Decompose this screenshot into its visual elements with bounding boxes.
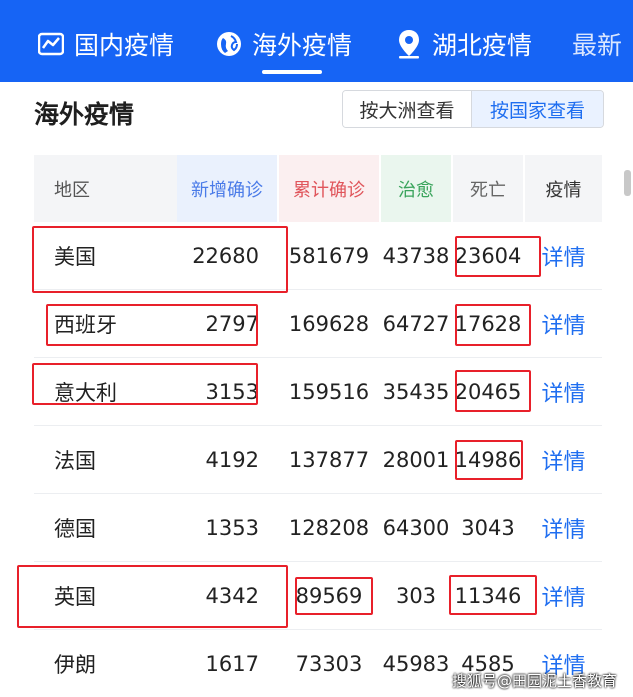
tab-domestic[interactable]: 国内疫情 xyxy=(36,22,174,66)
total-confirmed-value: 73303 xyxy=(295,652,363,676)
scrollbar-thumb[interactable] xyxy=(624,170,631,196)
detail-link[interactable]: 详情 xyxy=(525,562,602,630)
cured-value: 45983 xyxy=(382,652,450,676)
header-detail: 疫情 xyxy=(525,155,602,222)
total-confirmed-value: 581679 xyxy=(288,244,370,268)
by-continent-button[interactable]: 按大洲查看 xyxy=(343,91,473,127)
new-confirmed-value: 2797 xyxy=(205,312,259,336)
table-row: 意大利 3153 159516 35435 20465 详情 xyxy=(34,358,602,426)
table-row: 西班牙 2797 169628 64727 17628 详情 xyxy=(34,290,602,358)
tab-overseas[interactable]: 海外疫情 xyxy=(214,22,353,74)
new-confirmed-value: 4342 xyxy=(205,584,259,608)
detail-link[interactable]: 详情 xyxy=(525,222,602,290)
header-total-confirmed[interactable]: 累计确诊 xyxy=(279,155,379,222)
tab-label: 最新 xyxy=(572,31,623,60)
new-confirmed-value: 1353 xyxy=(205,516,259,540)
header-region: 地区 xyxy=(34,155,177,222)
total-confirmed-value: 159516 xyxy=(288,380,370,404)
deaths-value: 11346 xyxy=(454,584,522,608)
total-confirmed-value: 128208 xyxy=(288,516,370,540)
globe-icon xyxy=(214,29,244,59)
header-new-confirmed[interactable]: 新增确诊 xyxy=(177,155,277,222)
table-row: 法国 4192 137877 28001 14986 详情 xyxy=(34,426,602,494)
watermark: 搜狐号@田园泥土香教育 xyxy=(452,672,618,690)
country-name: 德国 xyxy=(54,517,96,541)
new-confirmed-value: 1617 xyxy=(205,652,259,676)
by-country-button[interactable]: 按国家查看 xyxy=(472,91,603,127)
section-title: 海外疫情 xyxy=(34,100,135,129)
country-name: 西班牙 xyxy=(54,313,117,337)
tab-label: 湖北疫情 xyxy=(432,31,533,60)
tab-label: 国内疫情 xyxy=(74,31,175,60)
cured-value: 43738 xyxy=(382,244,450,268)
detail-link[interactable]: 详情 xyxy=(525,290,602,358)
country-name: 法国 xyxy=(54,449,96,473)
top-tab-bar: 国内疫情 海外疫情 湖北疫情 最新 xyxy=(0,0,633,82)
total-confirmed-value: 89569 xyxy=(295,584,363,608)
chart-line-icon xyxy=(36,29,66,59)
total-confirmed-value: 169628 xyxy=(288,312,370,336)
new-confirmed-value: 22680 xyxy=(192,244,259,268)
total-confirmed-value: 137877 xyxy=(288,448,370,472)
header-cured[interactable]: 治愈 xyxy=(381,155,451,222)
table-header: 地区 新增确诊 累计确诊 治愈 死亡 疫情 xyxy=(34,155,602,222)
detail-link[interactable]: 详情 xyxy=(525,494,602,562)
cured-value: 64300 xyxy=(382,516,450,540)
cured-value: 64727 xyxy=(382,312,450,336)
cured-value: 303 xyxy=(395,584,437,608)
deaths-value: 3043 xyxy=(461,516,515,540)
country-name: 美国 xyxy=(54,245,96,269)
tab-hubei[interactable]: 湖北疫情 xyxy=(394,22,532,66)
deaths-value: 14986 xyxy=(454,448,522,472)
country-name: 英国 xyxy=(54,585,96,609)
cured-value: 28001 xyxy=(382,448,450,472)
detail-link[interactable]: 详情 xyxy=(525,358,602,426)
cured-value: 35435 xyxy=(382,380,450,404)
tab-latest[interactable]: 最新 xyxy=(572,22,622,66)
deaths-value: 23604 xyxy=(454,244,522,268)
new-confirmed-value: 4192 xyxy=(205,448,259,472)
location-pin-icon xyxy=(394,29,424,59)
tab-label: 海外疫情 xyxy=(252,31,353,60)
new-confirmed-value: 3153 xyxy=(205,380,259,404)
view-toggle: 按大洲查看 按国家查看 xyxy=(342,90,604,128)
table-row: 英国 4342 89569 303 11346 详情 xyxy=(34,562,602,630)
detail-link[interactable]: 详情 xyxy=(525,426,602,494)
country-name: 伊朗 xyxy=(54,653,96,677)
header-deaths[interactable]: 死亡 xyxy=(453,155,523,222)
table-row: 美国 22680 581679 43738 23604 详情 xyxy=(34,222,602,290)
deaths-value: 17628 xyxy=(454,312,522,336)
deaths-value: 20465 xyxy=(454,380,522,404)
table-row: 德国 1353 128208 64300 3043 详情 xyxy=(34,494,602,562)
country-name: 意大利 xyxy=(54,381,117,405)
